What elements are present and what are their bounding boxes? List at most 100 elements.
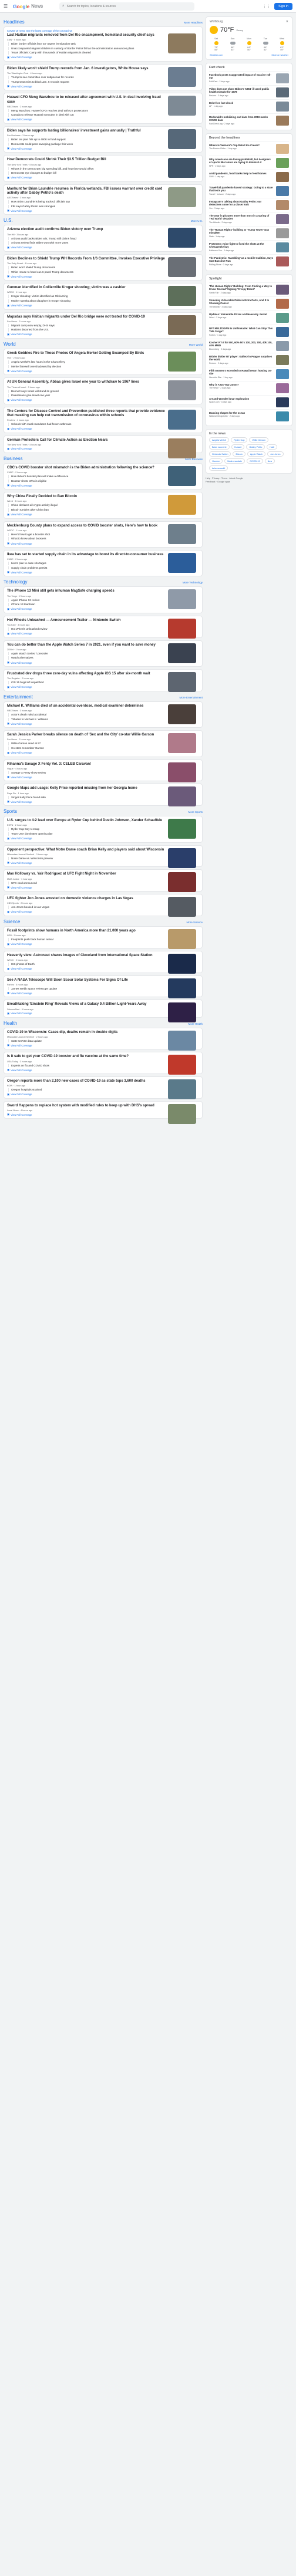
story-thumbnail[interactable]	[168, 953, 196, 974]
side-article-title[interactable]: Travel-full pandemic-based strategy: Goi…	[209, 186, 274, 193]
story-title[interactable]: The Centers for Disease Control and Prev…	[7, 410, 165, 418]
side-article-thumbnail[interactable]	[276, 116, 289, 126]
story-title[interactable]: Hot Wheels Unleashed — Announcement Trai…	[7, 619, 165, 623]
section-title[interactable]: Health	[4, 1021, 17, 1026]
footer-line[interactable]: Feedback · Google apps	[206, 480, 292, 484]
side-article[interactable]: Updates: Vulnerable Prizes and Heavenly …	[209, 310, 289, 325]
story-title[interactable]: Sword Happens to replace hot system with…	[7, 1104, 165, 1108]
side-article[interactable]: NFT MELTDOWN is Unthinkable: What Can St…	[209, 325, 289, 339]
more-link[interactable]: More Headlines	[184, 21, 203, 24]
side-article-title[interactable]: Video does not show Biden's '1984' ill-u…	[209, 87, 274, 94]
story-title[interactable]: Google Maps add usage: Kelly Price repor…	[7, 786, 165, 791]
topic-chip[interactable]: Willie Garson	[249, 437, 269, 443]
story-thumbnail[interactable]	[168, 409, 196, 430]
story-thumbnail[interactable]	[168, 1055, 196, 1075]
story-title[interactable]: How Democrats Could Shrink Their $3.5 Tr…	[7, 158, 165, 162]
story-thumbnail[interactable]	[168, 495, 196, 515]
story-title[interactable]: Ikea has set to started supply chain in …	[7, 553, 165, 557]
story-thumbnail[interactable]	[168, 256, 196, 277]
close-icon[interactable]: ✕	[286, 20, 288, 23]
story-thumbnail[interactable]	[168, 228, 196, 248]
topic-chip[interactable]: Ryder Cup	[231, 437, 248, 443]
topic-chip[interactable]: COVID-19	[247, 458, 263, 464]
side-article-thumbnail[interactable]	[276, 313, 289, 323]
menu-icon[interactable]: ☰	[4, 4, 9, 9]
full-coverage-link[interactable]: ▣ View Full Coverage	[7, 56, 199, 59]
story-title[interactable]: COVID-19 in Wisconsin: Cases dip, deaths…	[7, 1031, 165, 1035]
side-article-title[interactable]: Bidder bidder RT player: Gallery in Prag…	[209, 355, 274, 362]
story-title[interactable]: Breathtaking 'Einstein Ring' Reveals Vie…	[7, 1002, 165, 1007]
side-article-thumbnail[interactable]	[276, 327, 289, 337]
story-title[interactable]: See A NASA Telescope Will Soon Scour Sol…	[7, 978, 165, 983]
story-thumbnail[interactable]	[168, 33, 196, 53]
story-title[interactable]: Max Holloway vs. Yair Rodriguez at UFC F…	[7, 872, 165, 876]
side-article-thumbnail[interactable]	[276, 256, 289, 266]
side-article[interactable]: The Pandemic: 'Gambling' as a mobile tra…	[209, 254, 289, 268]
side-article-title[interactable]: Someday Vulnerable Pride in Extra Parts,…	[209, 299, 274, 305]
story-thumbnail[interactable]	[168, 1002, 196, 1023]
story-title[interactable]: Frustrated dev drops three zero-day vuln…	[7, 672, 165, 676]
story-thumbnail[interactable]	[168, 315, 196, 335]
topic-chip[interactable]: Angela Merkel	[209, 437, 230, 443]
story-thumbnail[interactable]	[168, 351, 196, 372]
side-article-title[interactable]: Protesters voice fight to fixed the shot…	[209, 242, 274, 249]
side-article-thumbnail[interactable]	[276, 214, 289, 224]
topic-chip[interactable]: Brian Laundrie	[209, 444, 230, 450]
story-title[interactable]: Biden says he supports lasting billionai…	[7, 129, 165, 133]
story-thumbnail[interactable]	[168, 187, 196, 207]
side-article[interactable]: 'The Human Rights' Building: From Findin…	[209, 282, 289, 296]
side-article[interactable]: Dancing shapes for the ocean National Geo…	[209, 409, 289, 423]
story-title[interactable]: Greek Gobbles Fire to Those Photos Of An…	[7, 352, 165, 356]
apps-icon[interactable]: ⋮⋮	[263, 4, 271, 9]
side-article[interactable]: Mcdonald's mobilizing and data from 2019…	[209, 113, 289, 127]
topic-chip[interactable]: Mask mandate	[224, 458, 245, 464]
side-article-title[interactable]: NFT MELTDOWN is Unthinkable: What Can St…	[209, 327, 274, 333]
story-title[interactable]: Manhunt for Brian Laundrie resumes in Fl…	[7, 187, 165, 195]
side-article[interactable]: The year in pictures more than most in a…	[209, 212, 289, 226]
side-article-title[interactable]: Mcdonald's mobilizing and data from 2019…	[209, 116, 274, 122]
side-article[interactable]: Facebook posts exaggerated impact of vac…	[209, 71, 289, 85]
more-weather-link[interactable]: More on weather	[272, 54, 289, 56]
story-title[interactable]: Mecklenburg County plans to expand acces…	[7, 524, 165, 528]
story-title[interactable]: Heavenly view: Astronaut shares images o…	[7, 954, 165, 958]
section-title[interactable]: Headlines	[4, 19, 25, 25]
story-title[interactable]: Biden Declines to Shield Trump WH Record…	[7, 257, 165, 261]
story-thumbnail[interactable]	[168, 1030, 196, 1051]
side-article-title[interactable]: Why Americans are loving pickleball, but…	[209, 158, 274, 164]
story-thumbnail[interactable]	[168, 380, 196, 401]
side-article[interactable]: Travel-full pandemic-based strategy: Goi…	[209, 184, 289, 198]
side-article-thumbnail[interactable]	[276, 383, 289, 393]
side-article-title[interactable]: Updates: Vulnerable Prizes and Heavenly …	[209, 313, 267, 316]
more-link[interactable]: More Sports	[188, 811, 203, 813]
story-thumbnail[interactable]	[168, 524, 196, 544]
side-article-thumbnail[interactable]	[276, 87, 289, 97]
story-title[interactable]: Rihanna's Savage X Fenty Vol. 3: CELEB C…	[7, 762, 165, 767]
more-link[interactable]: More Technology	[183, 581, 203, 584]
side-article-title[interactable]: Debt-free fact check	[209, 102, 233, 104]
side-article-title[interactable]: The Pandemic: 'Gambling' as a mobile tra…	[209, 256, 274, 263]
more-link[interactable]: More Entertainment	[179, 696, 203, 699]
story-thumbnail[interactable]	[168, 129, 196, 149]
search-input[interactable]	[66, 4, 184, 8]
side-article[interactable]: Someday Vulnerable Pride in Extra Parts,…	[209, 296, 289, 310]
story-thumbnail[interactable]	[168, 929, 196, 949]
side-article-title[interactable]: The year in pictures more than most in a…	[209, 214, 274, 221]
story-thumbnail[interactable]	[168, 66, 196, 87]
story-thumbnail[interactable]	[168, 872, 196, 893]
story-thumbnail[interactable]	[168, 286, 196, 306]
story-thumbnail[interactable]	[168, 672, 196, 693]
side-article-title[interactable]: Amid pandemic, food banks help to feed h…	[209, 172, 267, 175]
story-title[interactable]: Opponent perspective: What Notre Dame co…	[7, 848, 165, 852]
more-link[interactable]: More Science	[186, 921, 203, 924]
story-thumbnail[interactable]	[168, 643, 196, 663]
side-article[interactable]: Where Is Vermont's Top Rated Ice Cream? T…	[209, 141, 289, 156]
full-coverage-link[interactable]: ▣ View Full Coverage	[7, 118, 199, 121]
story-title[interactable]: Biden likely won't shield Trump records …	[7, 67, 165, 71]
section-title[interactable]: Entertainment	[4, 694, 33, 700]
side-article-thumbnail[interactable]	[276, 158, 289, 168]
story-title[interactable]: Fossil footprints show humans in North A…	[7, 929, 165, 933]
story-title[interactable]: The iPhone 13 Mini still gets inhuman Ma…	[7, 589, 165, 593]
story-thumbnail[interactable]	[168, 704, 196, 724]
side-article-thumbnail[interactable]	[276, 200, 289, 210]
story-thumbnail[interactable]	[168, 762, 196, 782]
